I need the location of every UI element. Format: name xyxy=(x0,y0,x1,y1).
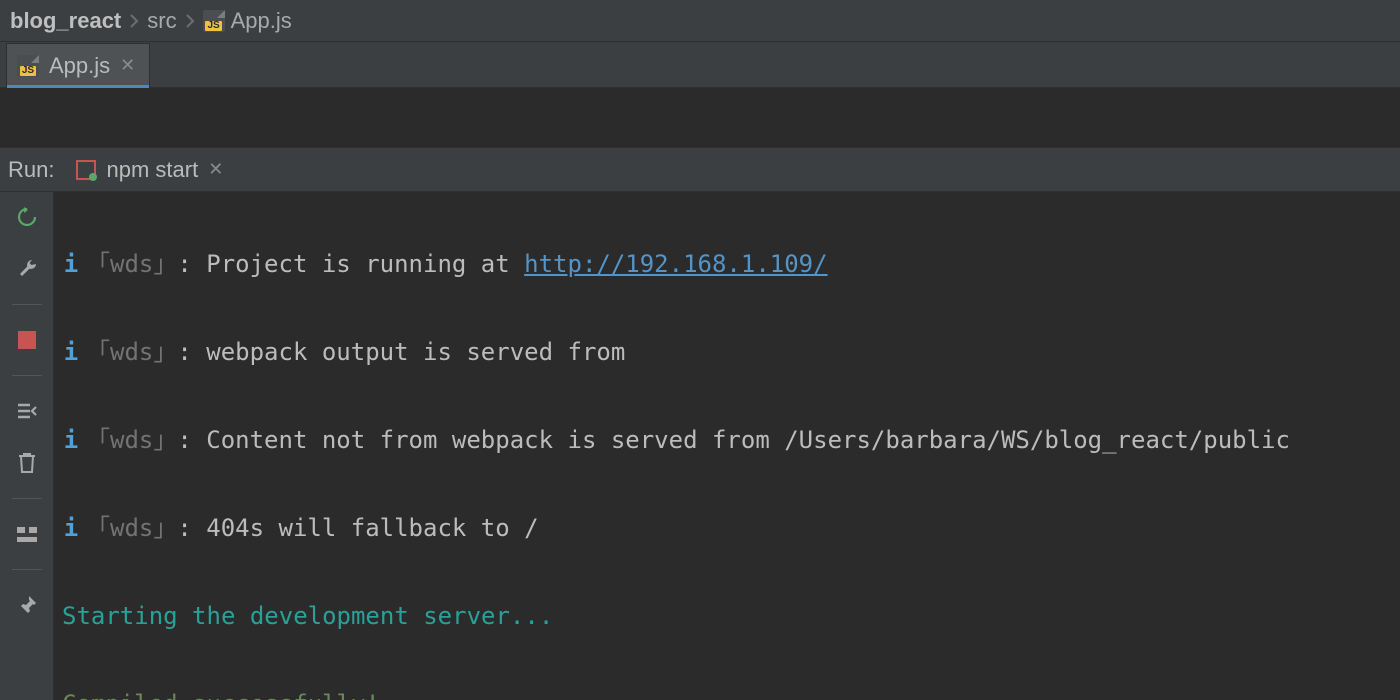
console-line: Compiled successfully! xyxy=(62,682,1400,700)
chevron-right-icon xyxy=(129,8,139,34)
toolbar-separator xyxy=(12,569,42,570)
breadcrumb-item-folder[interactable]: src xyxy=(147,8,176,34)
npm-run-icon xyxy=(76,160,96,180)
console-line: i「wds」: webpack output is served from xyxy=(62,330,1400,374)
editor-area[interactable] xyxy=(0,88,1400,148)
run-toolwindow-body: i「wds」: Project is running at http://192… xyxy=(0,192,1400,700)
run-tab[interactable]: npm start ✕ xyxy=(68,153,231,187)
chevron-right-icon xyxy=(185,8,195,34)
console-line: i「wds」: Project is running at http://192… xyxy=(62,242,1400,286)
breadcrumb-item-file[interactable]: JS App.js xyxy=(203,8,292,34)
js-file-icon: JS xyxy=(203,10,225,32)
info-icon: i xyxy=(62,506,80,550)
rerun-button[interactable] xyxy=(7,200,47,234)
breadcrumb-file-label: App.js xyxy=(231,8,292,34)
console-line: i「wds」: Content not from webpack is serv… xyxy=(62,418,1400,462)
run-label: Run: xyxy=(8,157,54,183)
console-line: i「wds」: 404s will fallback to / xyxy=(62,506,1400,550)
editor-tabstrip: JS App.js ✕ xyxy=(0,42,1400,88)
run-toolbar xyxy=(0,192,54,700)
run-tab-label: npm start xyxy=(106,157,198,183)
editor-tab-label: App.js xyxy=(49,53,110,79)
console-output[interactable]: i「wds」: Project is running at http://192… xyxy=(54,192,1400,700)
breadcrumb-item-project[interactable]: blog_react xyxy=(10,8,121,34)
run-toolwindow-header: Run: npm start ✕ xyxy=(0,148,1400,192)
close-icon[interactable]: ✕ xyxy=(208,159,223,180)
layout-button[interactable] xyxy=(7,394,47,428)
console-link[interactable]: http://192.168.1.109/ xyxy=(524,250,827,278)
toolbar-separator xyxy=(12,498,42,499)
stop-icon xyxy=(18,331,36,349)
breadcrumb-project-label: blog_react xyxy=(10,8,121,34)
console-line: Starting the development server... xyxy=(62,594,1400,638)
breadcrumb-folder-label: src xyxy=(147,8,176,34)
js-file-icon: JS xyxy=(17,55,39,77)
toolbar-separator xyxy=(12,375,42,376)
breadcrumb: blog_react src JS App.js xyxy=(0,0,1400,42)
info-icon: i xyxy=(62,242,80,286)
editor-tab[interactable]: JS App.js ✕ xyxy=(6,43,150,87)
info-icon: i xyxy=(62,418,80,462)
close-icon[interactable]: ✕ xyxy=(120,55,135,76)
stop-button[interactable] xyxy=(7,323,47,357)
trash-button[interactable] xyxy=(7,446,47,480)
toolbar-separator xyxy=(12,304,42,305)
soft-wrap-button[interactable] xyxy=(7,517,47,551)
pin-button[interactable] xyxy=(7,588,47,622)
settings-button[interactable] xyxy=(7,252,47,286)
info-icon: i xyxy=(62,330,80,374)
